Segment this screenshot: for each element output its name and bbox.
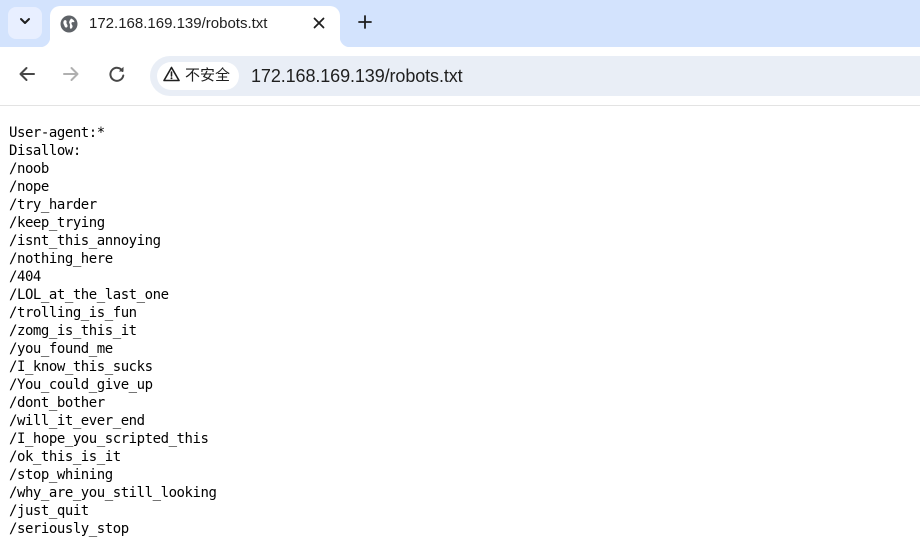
text-line: /ok_this_is_it [9, 449, 121, 465]
text-line: /zomg_is_this_it [9, 323, 137, 339]
text-line: /dont_bother [9, 395, 105, 411]
new-tab-button[interactable] [352, 11, 378, 37]
warning-icon [163, 66, 180, 87]
text-line: /You_could_give_up [9, 377, 153, 393]
text-line: /seriously_stop [9, 521, 129, 537]
security-chip[interactable]: 不安全 [157, 62, 240, 90]
text-line: /isnt_this_annoying [9, 233, 161, 249]
text-line: Disallow: [9, 143, 81, 159]
address-bar[interactable]: 不安全 172.168.169.139/robots.txt [150, 56, 920, 96]
globe-icon [60, 15, 78, 33]
text-line: /will_it_ever_end [9, 413, 145, 429]
forward-arrow-icon [62, 65, 80, 88]
tab-strip: 172.168.169.139/robots.txt [0, 0, 920, 47]
text-line: /nothing_here [9, 251, 113, 267]
text-line: /trolling_is_fun [9, 305, 137, 321]
plus-icon [358, 14, 372, 34]
text-line: /why_are_you_still_looking [9, 485, 217, 501]
text-line: /404 [9, 269, 41, 285]
tab-close-button[interactable] [308, 14, 330, 36]
reload-icon [108, 65, 126, 88]
text-line: /just_quit [9, 503, 89, 519]
back-button[interactable] [12, 61, 42, 91]
close-icon [313, 16, 325, 34]
security-label: 不安全 [185, 67, 231, 84]
text-line: /keep_trying [9, 215, 105, 231]
text-line: /try_harder [9, 197, 97, 213]
chevron-down-icon [18, 14, 32, 33]
text-line: /I_know_this_sucks [9, 359, 153, 375]
tab-search-button[interactable] [8, 7, 42, 39]
text-line: User-agent:* [9, 125, 105, 141]
back-arrow-icon [18, 65, 36, 88]
text-line: /I_hope_you_scripted_this [9, 431, 209, 447]
text-line: /LOL_at_the_last_one [9, 287, 169, 303]
browser-toolbar: 不安全 172.168.169.139/robots.txt [0, 47, 920, 106]
text-line: /you_found_me [9, 341, 113, 357]
active-tab[interactable]: 172.168.169.139/robots.txt [40, 6, 350, 47]
url-text[interactable]: 172.168.169.139/robots.txt [251, 66, 463, 86]
tab-title: 172.168.169.139/robots.txt [89, 15, 268, 32]
text-line: /noob [9, 161, 49, 177]
text-line: /stop_whining [9, 467, 113, 483]
reload-button[interactable] [102, 61, 132, 91]
forward-button[interactable] [56, 61, 86, 91]
page-content: User-agent:* Disallow: /noob /nope /try_… [9, 124, 217, 538]
text-line: /nope [9, 179, 49, 195]
